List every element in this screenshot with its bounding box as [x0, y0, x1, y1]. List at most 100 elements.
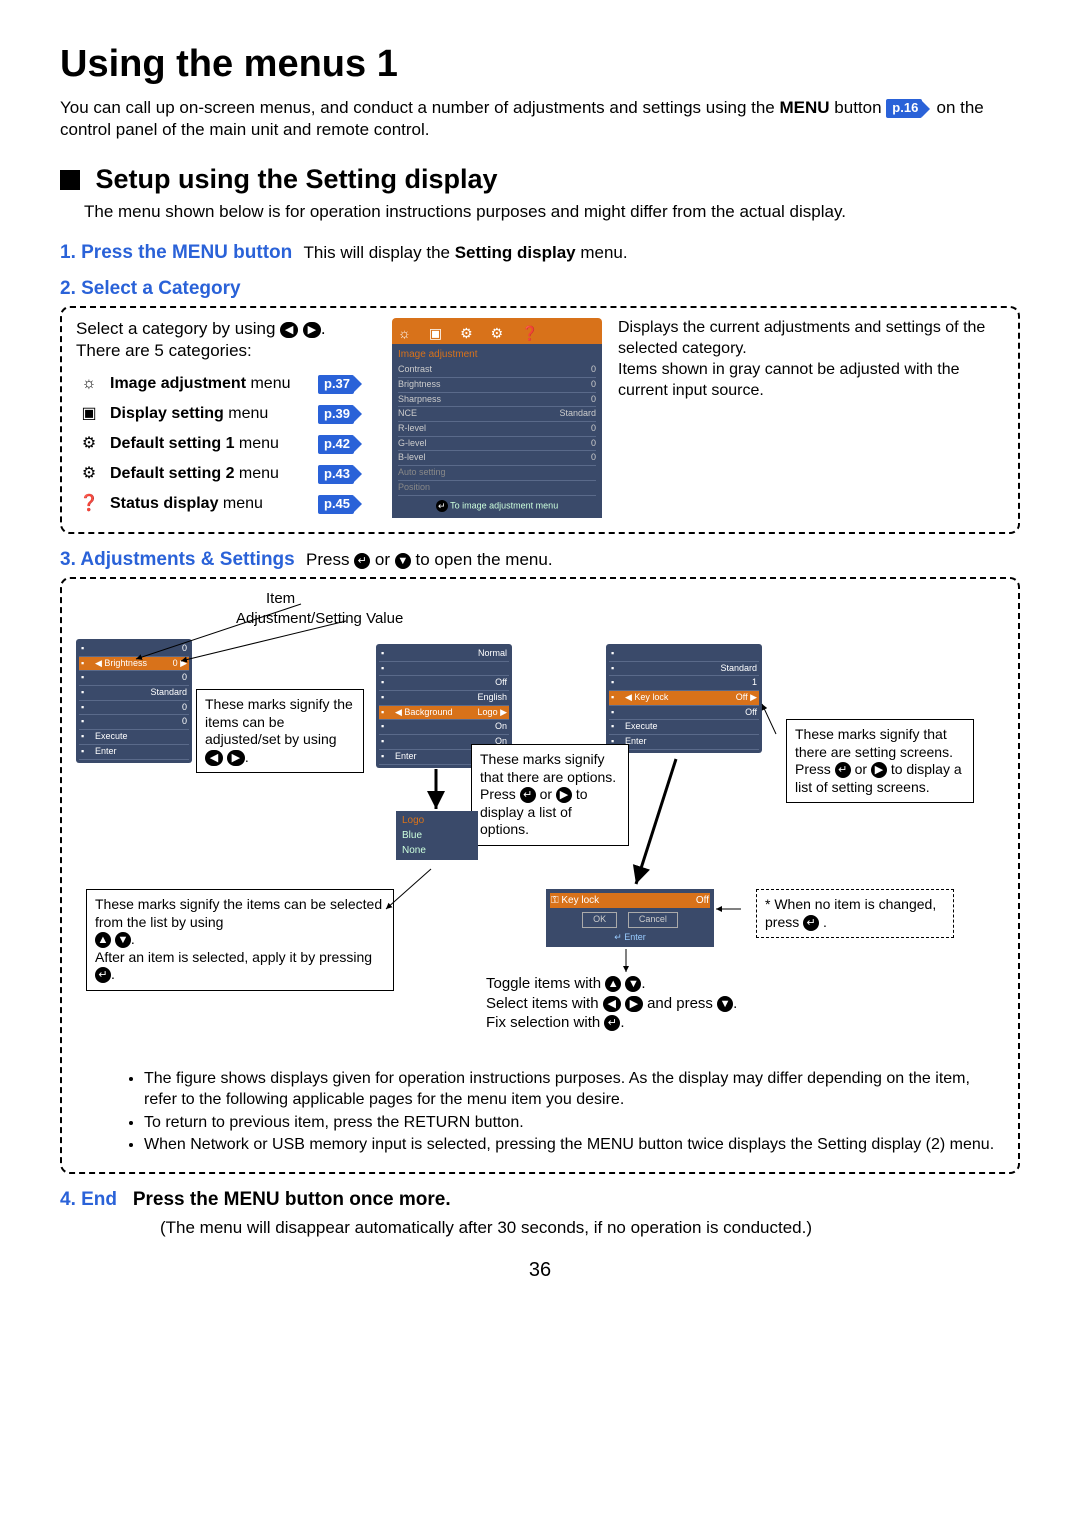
page-ref[interactable]: p.42 — [318, 435, 354, 454]
category-icon: ⚙ — [76, 462, 102, 486]
page-ref[interactable]: p.37 — [318, 375, 354, 394]
category-row: ▣ Display setting menu p.39 — [76, 402, 376, 426]
osd-row: NCEStandard — [398, 407, 596, 422]
osd-row: Position — [398, 481, 596, 496]
menu-word: MENU — [780, 98, 830, 117]
osd-row: ▪On — [379, 720, 509, 735]
osd-row: ▪Off — [609, 706, 759, 721]
osd-row: G-level0 — [398, 437, 596, 452]
step1-aside-b: menu. — [580, 243, 627, 262]
category-label: Default setting 2 menu — [110, 464, 310, 485]
dropdown-item[interactable]: Logo — [402, 813, 472, 828]
section-title-text: Setup using the Setting display — [96, 164, 498, 194]
enter-icon: ↵ — [354, 553, 370, 569]
category-row: ⚙ Default setting 2 menu p.43 — [76, 462, 376, 486]
osd-row: ▪Normal — [379, 647, 509, 662]
osd-row: ▪ — [609, 647, 759, 662]
note-item: The figure shows displays given for oper… — [144, 1069, 1004, 1111]
tab-status-icon: ❓ — [521, 324, 538, 342]
step1-aside-bold: Setting display — [455, 243, 576, 262]
tab-default1-icon: ⚙ — [460, 324, 473, 342]
osd-row: ▪Enter — [609, 735, 759, 750]
dropdown-item[interactable]: Blue — [402, 828, 472, 843]
enter-icon: ↵ — [604, 1015, 620, 1031]
up-icon: ▲ — [95, 932, 111, 948]
right-icon: ▶ — [227, 750, 245, 766]
step4-bold: Press the MENU button once more. — [133, 1189, 451, 1210]
osd-row: ▪Standard — [79, 686, 189, 701]
category-icon: ▣ — [76, 402, 102, 426]
osd-row: ▪0 — [79, 642, 189, 657]
osd-row: ▪English — [379, 691, 509, 706]
category-row: ⚙ Default setting 1 menu p.42 — [76, 432, 376, 456]
five-categories-text: There are 5 categories: — [76, 340, 376, 362]
step4-body: (The menu will disappear automatically a… — [160, 1217, 1020, 1239]
osd-row: ▪0 — [79, 671, 189, 686]
category-list: ☼Image adjustment menup.37 ▣ Display setti… — [76, 372, 376, 516]
page-ref[interactable]: p.45 — [318, 495, 354, 514]
category-icon: ⚙ — [76, 432, 102, 456]
notes-list: The figure shows displays given for oper… — [90, 1069, 1004, 1156]
osd-row: ▪1 — [609, 676, 759, 691]
down-icon: ▼ — [717, 996, 733, 1012]
section-body: The menu shown below is for operation in… — [84, 201, 1020, 223]
cancel-button[interactable]: Cancel — [628, 912, 678, 928]
item-label: Item — [266, 589, 295, 609]
callout-screens: These marks signify that there are setti… — [786, 719, 974, 803]
osd-right: ▪▪Standard▪1▪◀ Key lockOff ▶▪Off▪Execute… — [606, 644, 762, 753]
right-icon: ▶ — [556, 787, 572, 803]
osd-row: R-level0 — [398, 422, 596, 437]
tab-image-icon: ☼ — [398, 324, 411, 342]
up-icon: ▲ — [605, 976, 621, 992]
osd-left: ▪0▪◀ Brightness0 ▶▪0▪Standard▪0▪0▪Execut… — [76, 639, 192, 763]
osd-row: ▪◀ BackgroundLogo ▶ — [379, 706, 509, 721]
osd-row: ▪Off — [379, 676, 509, 691]
enter-icon: ↵ — [95, 967, 111, 983]
page-ref[interactable]: p.39 — [318, 405, 354, 424]
section-heading: Setup using the Setting display — [60, 162, 1020, 197]
down-icon: ▼ — [115, 932, 131, 948]
osd-row: Contrast0 — [398, 363, 596, 378]
callout-options: These marks signify that there are optio… — [471, 744, 629, 846]
osd-row: ▪Execute — [609, 720, 759, 735]
osd-row: ▪ — [379, 662, 509, 677]
square-bullet-icon — [60, 170, 80, 190]
intro-paragraph: You can call up on-screen menus, and con… — [60, 97, 1020, 141]
category-label: Default setting 1 menu — [110, 434, 310, 455]
left-icon: ◀ — [603, 996, 621, 1012]
osd-tabs: ☼ ▣ ⚙ ⚙ ❓ — [392, 318, 602, 344]
category-row: ☼Image adjustment menup.37 — [76, 372, 376, 396]
tab-display-icon: ▣ — [429, 324, 442, 342]
page-ref-16[interactable]: p.16 — [886, 99, 922, 118]
page-ref[interactable]: p.43 — [318, 465, 354, 484]
side-note: Displays the current adjustments and set… — [618, 318, 1004, 401]
step1-aside-a: This will display the — [304, 243, 455, 262]
step-1-head: 1. Press the MENU button This will displ… — [60, 241, 1020, 266]
value-label: Adjustment/Setting Value — [236, 609, 403, 629]
osd-row: ▪◀ Brightness0 ▶ — [79, 657, 189, 672]
category-row: ❓Status display menup.45 — [76, 492, 376, 516]
enter-icon: ↵ — [803, 915, 819, 931]
category-label: Status display menu — [110, 494, 310, 515]
intro-text-1: You can call up on-screen menus, and con… — [60, 98, 780, 117]
callout-leftright: These marks signify the items can be adj… — [196, 689, 364, 773]
toggle-instructions: Toggle items with ▲ ▼. Select items with… — [486, 974, 737, 1033]
osd-preview: ☼ ▣ ⚙ ⚙ ❓ Image adjustment Contrast0Brig… — [392, 318, 602, 517]
enter-icon: ↵ — [520, 787, 536, 803]
osd-row: ▪0 — [79, 715, 189, 730]
enter-icon: ↵ — [835, 762, 851, 778]
left-icon: ◀ — [280, 322, 298, 338]
intro-text-2: button — [834, 98, 886, 117]
step-3-head: 3. Adjustments & Settings Press ↵ or ▼ t… — [60, 548, 1020, 573]
osd-row: B-level0 — [398, 451, 596, 466]
osd-row: Sharpness0 — [398, 393, 596, 408]
ok-button[interactable]: OK — [582, 912, 617, 928]
page-title: Using the menus 1 — [60, 40, 1020, 89]
osd-row: ▪0 — [79, 701, 189, 716]
dropdown-item[interactable]: None — [402, 843, 472, 858]
category-label: Display setting menu — [110, 404, 310, 425]
step-2-head: 2. Select a Category — [60, 277, 1020, 302]
select-category-box: Select a category by using ◀ ▶. There ar… — [60, 306, 1020, 534]
category-icon: ☼ — [76, 372, 102, 396]
osd-row: Auto setting — [398, 466, 596, 481]
